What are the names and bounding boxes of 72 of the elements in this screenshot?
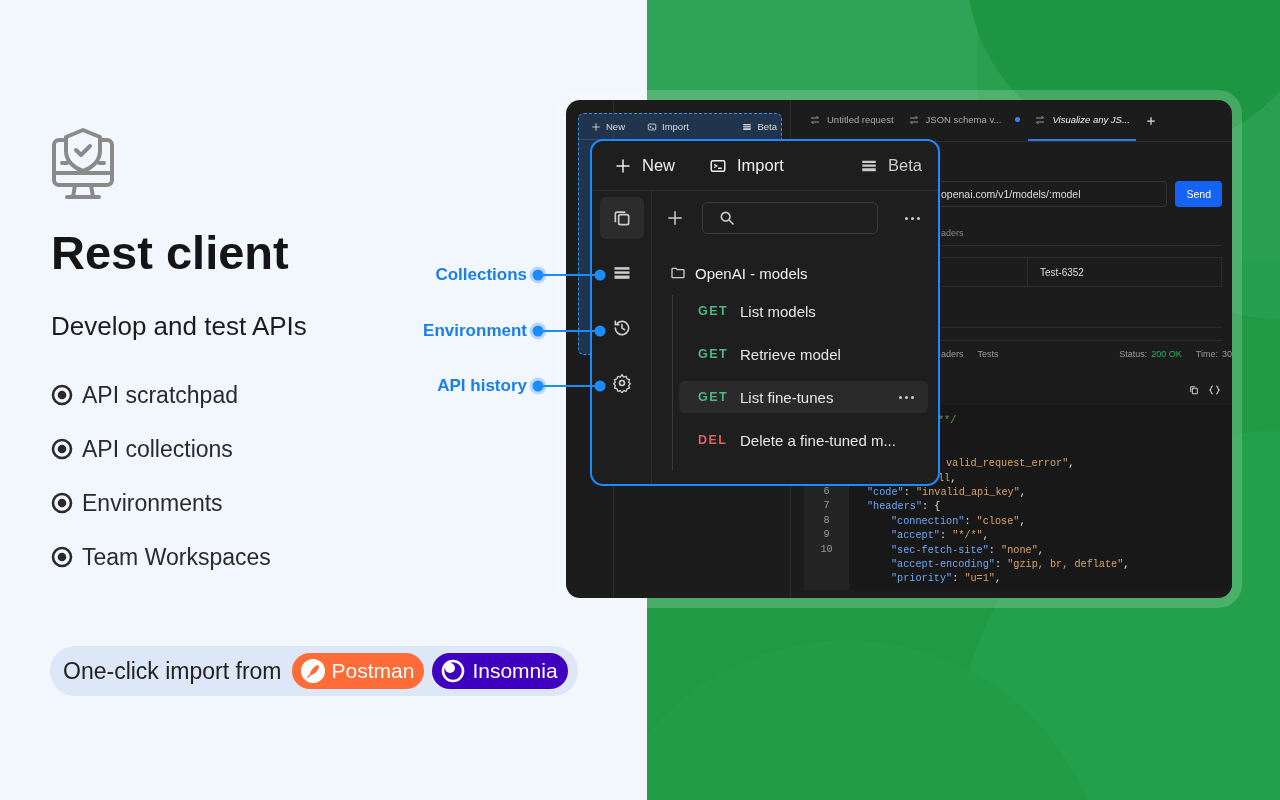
terminal-icon	[647, 121, 657, 132]
code-line: "priority": "u=1",	[891, 572, 1002, 587]
callout-label: Collections	[435, 265, 527, 285]
request-item[interactable]: GET List models	[679, 295, 928, 327]
request-tab[interactable]: Untitled request	[803, 100, 900, 141]
code-line: "accept": "*/*",	[891, 529, 989, 544]
status-value: 200 OK	[1151, 349, 1182, 359]
time-value: 30	[1222, 349, 1232, 359]
line-number: 8	[822, 513, 831, 528]
ring-icon	[440, 658, 467, 684]
swap-icon	[907, 113, 920, 126]
callout-label: Environment	[423, 320, 527, 341]
copy-icon[interactable]	[1189, 385, 1199, 395]
plus-icon	[614, 156, 632, 175]
send-button[interactable]: Send	[1175, 181, 1222, 207]
code-line: "headers": {	[867, 500, 941, 515]
plus-icon	[591, 121, 601, 132]
swap-icon	[1034, 113, 1047, 126]
target-icon	[51, 438, 73, 460]
search-field[interactable]	[702, 202, 878, 234]
toolbar-item[interactable]: New	[614, 156, 675, 175]
status-label: Status:	[1119, 349, 1148, 359]
import-label: One-click import from	[63, 657, 282, 685]
request-tab-label[interactable]: aders	[941, 207, 1222, 246]
code-line: valid_request_error",	[946, 457, 1075, 472]
toolbar-item[interactable]: Beta	[860, 156, 922, 175]
request-item[interactable]: DEL Delete a fine-tuned m...	[679, 424, 928, 456]
line-number: 10	[819, 542, 834, 557]
callout-label: API history	[437, 376, 527, 396]
toolbar-item[interactable]: Import	[709, 156, 784, 175]
import-source-badge[interactable]: Insomnia	[432, 653, 568, 689]
toolbar-item[interactable]: New	[591, 121, 625, 132]
subtitle: Develop and test APIs	[51, 311, 307, 342]
target-icon	[51, 492, 73, 514]
code-line: "code": "invalid_api_key",	[867, 485, 1026, 500]
swap-icon	[809, 113, 821, 126]
toolbar-item[interactable]: Beta	[742, 121, 777, 132]
code-line: "connection": "close",	[891, 514, 1026, 529]
feature-text: API collections	[82, 435, 233, 464]
request-tab[interactable]: JSON schema v...	[901, 100, 1027, 141]
settings-icon	[611, 373, 632, 393]
toolbar-item[interactable]: Import	[647, 121, 689, 132]
page-title: Rest client	[51, 225, 289, 281]
code-icon[interactable]	[1209, 385, 1220, 395]
menu-icon	[742, 121, 753, 132]
code-line: "accept-encoding": "gzip, br, deflate",	[891, 557, 1130, 572]
url-field[interactable]: openai.com/v1/models/:model	[941, 181, 1168, 207]
code-line: ll,	[938, 471, 957, 486]
plus-icon[interactable]	[1145, 115, 1156, 126]
request-tab[interactable]: Visualize any JS...	[1028, 100, 1136, 141]
feature-text: Team Workspaces	[82, 543, 271, 572]
search-icon	[719, 210, 735, 226]
monitor-shield-icon	[51, 128, 115, 199]
line-number: 7	[822, 499, 831, 514]
time-label: Time:	[1195, 349, 1218, 359]
target-icon	[51, 546, 73, 568]
response-tab[interactable]: aders	[941, 349, 964, 359]
rocket-icon	[299, 658, 326, 684]
folder-icon	[670, 265, 686, 281]
feature-text: Environments	[82, 489, 223, 518]
folder-item[interactable]: OpenAI - models	[666, 261, 938, 285]
feature-text: API scratchpad	[82, 381, 238, 410]
request-item[interactable]: GET Retrieve model	[679, 338, 928, 370]
table-cell: Test-6352	[1028, 258, 1222, 286]
plus-icon[interactable]	[666, 209, 684, 227]
request-item[interactable]: GET List fine-tunes	[679, 381, 928, 413]
target-icon	[51, 384, 73, 406]
rail-button[interactable]	[599, 197, 644, 239]
line-number: 9	[822, 528, 831, 543]
response-tab[interactable]: Tests	[977, 349, 999, 359]
line-number: 6	[822, 485, 831, 499]
code-line: "sec-fetch-site": "none",	[891, 543, 1044, 558]
